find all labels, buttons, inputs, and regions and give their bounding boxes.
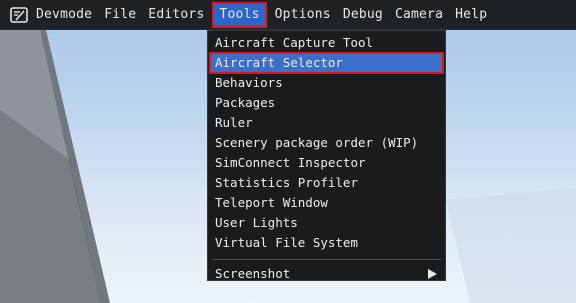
menu-item-virtual-file-system[interactable]: Virtual File System — [208, 233, 445, 253]
menu-devmode[interactable]: Devmode — [30, 0, 98, 30]
menu-item-behaviors[interactable]: Behaviors — [208, 73, 445, 93]
menu-camera[interactable]: Camera — [389, 0, 449, 30]
menu-item-simconnect-inspector[interactable]: SimConnect Inspector — [208, 153, 445, 173]
menu-editors[interactable]: Editors — [142, 0, 210, 30]
menu-debug[interactable]: Debug — [337, 0, 389, 30]
devmode-logo-icon[interactable] — [8, 0, 30, 30]
menu-options[interactable]: Options — [269, 0, 337, 30]
menu-item-scenery-package-order[interactable]: Scenery package order (WIP) — [208, 133, 445, 153]
menu-file[interactable]: File — [98, 0, 142, 30]
menu-item-teleport-window[interactable]: Teleport Window — [208, 193, 445, 213]
menu-item-user-lights[interactable]: User Lights — [208, 213, 445, 233]
submenu-arrow-icon — [428, 269, 437, 279]
menu-item-packages[interactable]: Packages — [208, 93, 445, 113]
menu-help[interactable]: Help — [449, 0, 493, 30]
menu-item-screenshot[interactable]: Screenshot — [208, 264, 445, 284]
menu-item-statistics-profiler[interactable]: Statistics Profiler — [208, 173, 445, 193]
menu-item-ruler[interactable]: Ruler — [208, 113, 445, 133]
tools-dropdown-menu: Aircraft Capture Tool Aircraft Selector … — [207, 30, 446, 281]
menu-tools[interactable]: Tools — [212, 1, 267, 28]
menu-separator — [212, 259, 441, 260]
menu-item-aircraft-capture-tool[interactable]: Aircraft Capture Tool — [208, 33, 445, 53]
menu-item-screenshot-label: Screenshot — [215, 266, 291, 281]
haze-shape — [446, 188, 576, 303]
menu-bar: Devmode File Editors Tools Options Debug… — [0, 0, 576, 30]
menu-item-aircraft-selector[interactable]: Aircraft Selector — [209, 52, 444, 74]
